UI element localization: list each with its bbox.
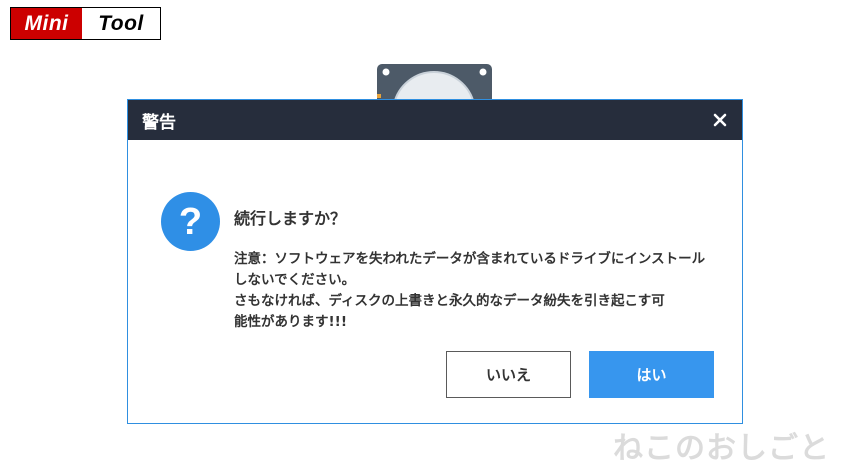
watermark-text: ねこのおしごと bbox=[613, 431, 830, 466]
message-line: さもなければ、ディスクの上書きと永久的なデータ紛失を引き起こす可 bbox=[234, 293, 665, 309]
dialog-heading: 続行しますか？ bbox=[234, 209, 347, 228]
hard-disk-illustration bbox=[375, 64, 492, 105]
question-icon: ? bbox=[161, 192, 220, 251]
logo-mini-text: Mini bbox=[11, 8, 82, 39]
close-button[interactable] bbox=[710, 110, 730, 130]
dialog-title: 警告 bbox=[142, 112, 176, 133]
no-button[interactable]: いいえ bbox=[446, 351, 571, 398]
close-icon bbox=[713, 113, 727, 127]
message-line: 能性があります!!! bbox=[234, 314, 347, 330]
yes-button[interactable]: はい bbox=[589, 351, 714, 398]
message-line: 注意：ソフトウェアを失われたデータが含まれているドライブにインストール bbox=[234, 251, 706, 267]
dialog-title-bar: 警告 bbox=[128, 100, 742, 140]
dialog-message: 注意：ソフトウェアを失われたデータが含まれているドライブにインストール しないで… bbox=[234, 249, 734, 333]
logo-tool-text: Tool bbox=[82, 8, 160, 39]
minitool-logo: Mini Tool bbox=[10, 7, 161, 40]
warning-dialog: 警告 ? 続行しますか？ 注意：ソフトウェアを失われたデータが含まれているドライ… bbox=[127, 99, 743, 424]
message-line: しないでください。 bbox=[234, 272, 356, 288]
